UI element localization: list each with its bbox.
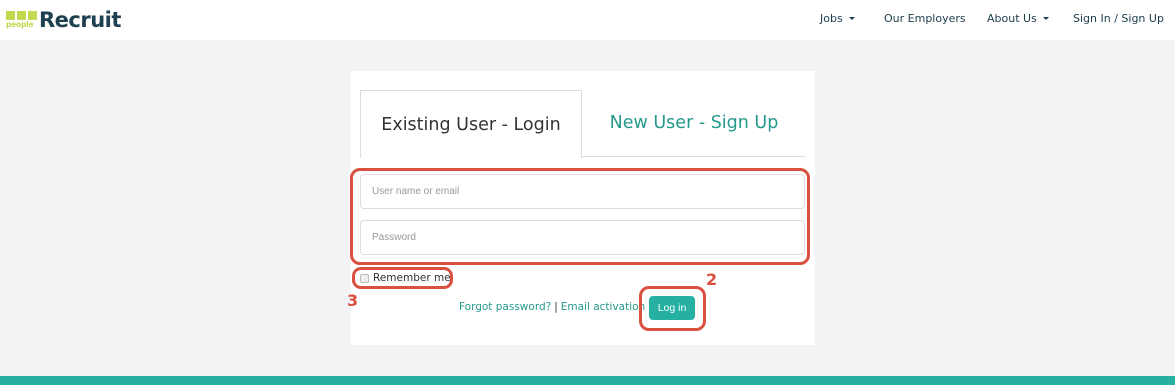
remember-me[interactable]: Remember me (360, 272, 451, 284)
logo[interactable]: people Recruit (6, 9, 121, 31)
logo-mark-icon: people (6, 10, 38, 31)
caret-down-icon (1042, 17, 1049, 20)
brand-name: Recruit (39, 8, 121, 32)
nav-about-us[interactable]: About Us (987, 12, 1049, 25)
nav-jobs[interactable]: Jobs (820, 12, 855, 25)
logo-word: people (6, 19, 34, 29)
nav-sign-in[interactable]: Sign In / Sign Up (1073, 12, 1164, 25)
annotation-number-2: 2 (706, 270, 718, 289)
nav-our-employers-label: Our Employers (884, 12, 966, 25)
login-card: Existing User - Login New User - Sign Up… (351, 71, 815, 345)
auth-links: Forgot password? | Email activation (459, 301, 645, 313)
username-input[interactable] (360, 174, 805, 209)
forgot-password-link[interactable]: Forgot password? (459, 301, 551, 313)
caret-down-icon (848, 17, 855, 20)
footer-bar (0, 376, 1175, 385)
login-button[interactable]: Log in (649, 296, 695, 320)
tab-new-user[interactable]: New User - Sign Up (583, 90, 805, 156)
remember-me-label: Remember me (373, 272, 451, 284)
tab-existing-user[interactable]: Existing User - Login (360, 90, 582, 158)
nav-jobs-label: Jobs (820, 12, 843, 25)
nav-about-us-label: About Us (987, 12, 1037, 25)
annotation-number-3: 3 (347, 291, 359, 310)
remember-me-checkbox[interactable] (360, 273, 369, 283)
login-tabs: Existing User - Login New User - Sign Up (360, 90, 805, 158)
top-navbar: people Recruit Jobs Our Employers About … (0, 0, 1175, 40)
link-separator: | (554, 301, 558, 313)
email-activation-link[interactable]: Email activation (561, 301, 645, 313)
password-input[interactable] (360, 220, 805, 255)
nav-our-employers[interactable]: Our Employers (884, 12, 966, 25)
nav-sign-in-label: Sign In / Sign Up (1073, 12, 1164, 25)
